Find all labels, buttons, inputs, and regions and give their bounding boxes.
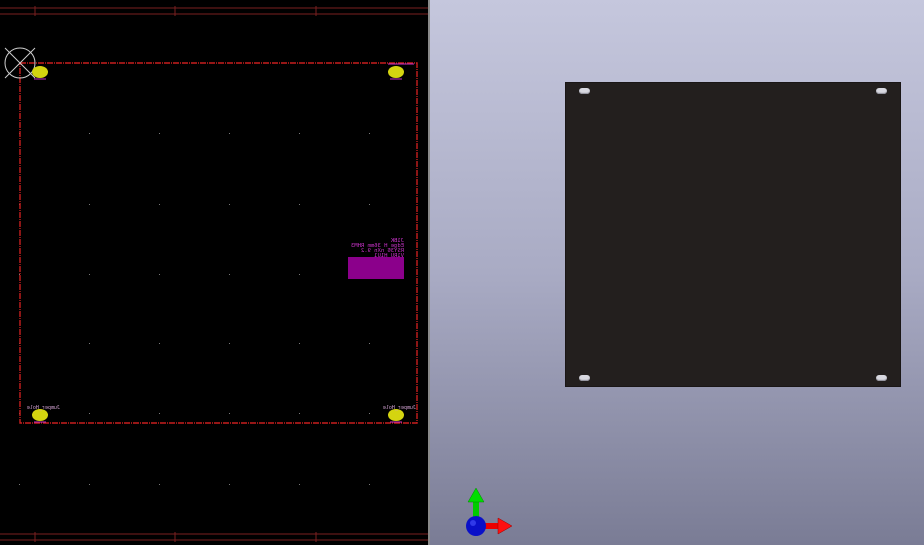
z-axis-dot-icon bbox=[466, 516, 486, 536]
pcb-editor-canvas[interactable]: Jumper_Hole Jumper_Hole J1BK Edge_H 36mm… bbox=[0, 0, 428, 545]
grid-dot bbox=[89, 133, 90, 134]
grid-dot bbox=[159, 274, 160, 275]
axes-gizmo bbox=[466, 487, 513, 536]
grid-dot bbox=[159, 204, 160, 205]
grid-dot bbox=[369, 204, 370, 205]
grid-dot bbox=[299, 484, 300, 485]
grid-dot bbox=[229, 484, 230, 485]
grid-dots bbox=[19, 133, 370, 485]
grid-dot bbox=[89, 343, 90, 344]
grid-dot bbox=[89, 274, 90, 275]
grid-dot bbox=[19, 484, 20, 485]
grid-dot bbox=[89, 484, 90, 485]
grid-dot bbox=[299, 133, 300, 134]
grid-dot bbox=[89, 413, 90, 414]
grid-dot bbox=[159, 343, 160, 344]
grid-dot bbox=[299, 274, 300, 275]
grid-dot bbox=[299, 413, 300, 414]
component-footprint[interactable]: J1BK Edge_H 36mm RHM3 RSY36 nXn 9.2 V1RU… bbox=[348, 238, 404, 279]
grid-dot bbox=[299, 343, 300, 344]
grid-dot bbox=[229, 133, 230, 134]
y-axis-arrow-icon bbox=[467, 487, 485, 518]
3d-viewer[interactable] bbox=[430, 0, 924, 545]
grid-dot bbox=[19, 274, 20, 275]
kicad-workspace: Jumper_Hole Jumper_Hole J1BK Edge_H 36mm… bbox=[0, 0, 924, 545]
pcb-canvas-svg[interactable]: Jumper_Hole Jumper_Hole J1BK Edge_H 36mm… bbox=[0, 0, 428, 545]
grid-dot bbox=[89, 204, 90, 205]
grid-dot bbox=[229, 274, 230, 275]
mounting-pad-top-right[interactable] bbox=[388, 63, 414, 80]
grid-dot bbox=[369, 343, 370, 344]
grid-dot bbox=[159, 413, 160, 414]
corner-label-bottom-right: Jumper_Hole bbox=[383, 405, 416, 411]
grid-dot bbox=[229, 343, 230, 344]
component-courtyard[interactable] bbox=[348, 257, 404, 279]
grid-dot bbox=[369, 133, 370, 134]
grid-dot bbox=[159, 484, 160, 485]
board-3d-render[interactable] bbox=[566, 83, 900, 386]
corner-label-bottom-left: Jumper_Hole bbox=[27, 405, 60, 411]
grid-dot bbox=[299, 204, 300, 205]
mounting-hole-bottom-right bbox=[876, 375, 887, 381]
grid-dot bbox=[229, 413, 230, 414]
mounting-hole-top-right bbox=[876, 88, 887, 94]
grid-dot bbox=[159, 133, 160, 134]
grid-dot bbox=[369, 484, 370, 485]
mounting-hole-top-left bbox=[579, 88, 590, 94]
grid-dot bbox=[229, 204, 230, 205]
mounting-hole-bottom-left bbox=[579, 375, 590, 381]
grid-dot bbox=[369, 413, 370, 414]
